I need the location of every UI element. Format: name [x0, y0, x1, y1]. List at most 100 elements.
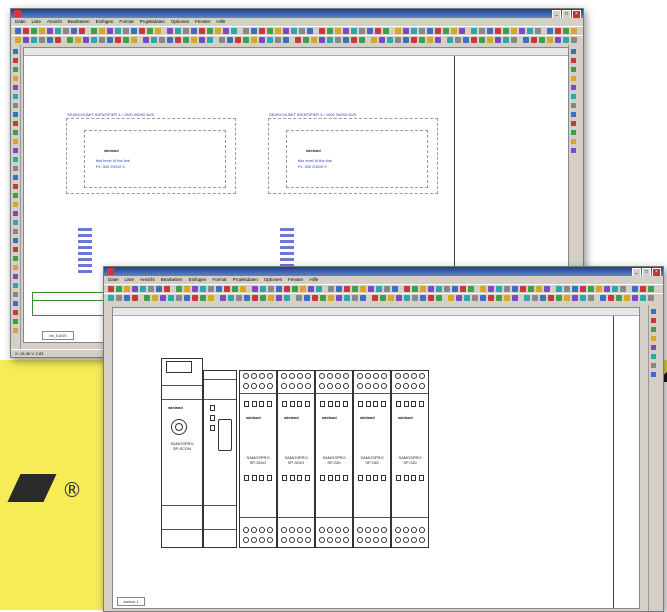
toolbar-button[interactable] [55, 37, 61, 43]
toolbar-button[interactable] [383, 28, 389, 34]
toolbar-button[interactable] [632, 295, 638, 301]
toolbar-button[interactable] [115, 28, 121, 34]
toolbar-button[interactable] [448, 295, 454, 301]
toolbar-button[interactable] [427, 28, 433, 34]
tool-button[interactable] [571, 67, 576, 72]
toolbar-button[interactable] [167, 28, 173, 34]
toolbar-button[interactable] [435, 37, 441, 43]
toolbar-button[interactable] [184, 286, 190, 292]
toolbar-button[interactable] [267, 37, 273, 43]
toolbar-button[interactable] [344, 286, 350, 292]
toolbar-button[interactable] [624, 295, 630, 301]
toolbar-button[interactable] [463, 37, 469, 43]
tool-button[interactable] [571, 76, 576, 81]
toolbar-button[interactable] [155, 28, 161, 34]
menu-ansicht[interactable]: Ansicht [140, 276, 155, 284]
toolbar-button[interactable] [403, 28, 409, 34]
tool-button[interactable] [571, 139, 576, 144]
toolbar-button[interactable] [580, 286, 586, 292]
toolbar-button[interactable] [151, 37, 157, 43]
menu-optionen[interactable]: Optionen [171, 18, 189, 26]
toolbar-button[interactable] [91, 37, 97, 43]
toolbar-button[interactable] [144, 295, 150, 301]
tool-button[interactable] [13, 328, 18, 333]
toolbar-button[interactable] [527, 28, 533, 34]
toolbar-button[interactable] [132, 295, 138, 301]
toolbar-button[interactable] [436, 286, 442, 292]
menu-einfuegen[interactable]: Einfügen [96, 18, 114, 26]
toolbar-button[interactable] [199, 28, 205, 34]
toolbar-button[interactable] [395, 37, 401, 43]
toolbar-button[interactable] [219, 37, 225, 43]
tool-button[interactable] [651, 318, 656, 323]
toolbar-button[interactable] [223, 28, 229, 34]
toolbar-button[interactable] [616, 295, 622, 301]
tool-button[interactable] [13, 202, 18, 207]
tool-button[interactable] [13, 301, 18, 306]
toolbar-button[interactable] [359, 28, 365, 34]
toolbar-button[interactable] [540, 295, 546, 301]
toolbar-button[interactable] [520, 286, 526, 292]
tool-button[interactable] [571, 148, 576, 153]
toolbar-button[interactable] [184, 295, 190, 301]
toolbar-button[interactable] [395, 28, 401, 34]
menu-hilfe[interactable]: Hilfe [216, 18, 225, 26]
toolbar-button[interactable] [556, 295, 562, 301]
toolbar-button[interactable] [284, 286, 290, 292]
toolbar-button[interactable] [435, 28, 441, 34]
toolbar-button[interactable] [335, 28, 341, 34]
tool-button[interactable] [13, 49, 18, 54]
toolbar-button[interactable] [571, 28, 577, 34]
toolbar-button[interactable] [283, 37, 289, 43]
toolbar-button[interactable] [295, 37, 301, 43]
menu-datei[interactable]: Datei [15, 18, 26, 26]
toolbar-button[interactable] [259, 37, 265, 43]
toolbar-button[interactable] [275, 28, 281, 34]
toolbar-button[interactable] [511, 28, 517, 34]
toolbar-button[interactable] [359, 37, 365, 43]
menu-bearbeiten[interactable]: Bearbeiten [68, 18, 90, 26]
tool-button[interactable] [13, 319, 18, 324]
toolbar-button[interactable] [436, 295, 442, 301]
toolbar-button[interactable] [327, 37, 333, 43]
toolbar-button[interactable] [71, 28, 77, 34]
menu-ansicht[interactable]: Ansicht [47, 18, 62, 26]
toolbar-button[interactable] [604, 286, 610, 292]
toolbar-button[interactable] [228, 295, 234, 301]
toolbar-button[interactable] [335, 37, 341, 43]
toolbar-button[interactable] [588, 295, 594, 301]
toolbar-button[interactable] [480, 286, 486, 292]
menu-optionen[interactable]: Optionen [264, 276, 282, 284]
toolbar-button[interactable] [124, 286, 130, 292]
toolbar-button[interactable] [396, 295, 402, 301]
tool-button[interactable] [13, 292, 18, 297]
toolbar-button[interactable] [252, 295, 258, 301]
tool-button[interactable] [571, 94, 576, 99]
toolbar-button[interactable] [107, 37, 113, 43]
tool-button[interactable] [571, 103, 576, 108]
toolbar-button[interactable] [640, 295, 646, 301]
toolbar-button[interactable] [352, 295, 358, 301]
toolbar-button[interactable] [648, 295, 654, 301]
toolbar-button[interactable] [547, 37, 553, 43]
toolbar-button[interactable] [460, 286, 466, 292]
toolbar-button[interactable] [312, 295, 318, 301]
toolbar-button[interactable] [320, 295, 326, 301]
tool-button[interactable] [651, 336, 656, 341]
toolbar-button[interactable] [503, 28, 509, 34]
toolbar-button[interactable] [167, 37, 173, 43]
toolbar-button[interactable] [428, 295, 434, 301]
toolbar-button[interactable] [175, 28, 181, 34]
toolbar-button[interactable] [192, 295, 198, 301]
toolbar-button[interactable] [240, 286, 246, 292]
toolbar-button[interactable] [368, 286, 374, 292]
toolbar-button[interactable] [343, 37, 349, 43]
toolbar-button[interactable] [283, 28, 289, 34]
toolbar-button[interactable] [207, 37, 213, 43]
module-io-4[interactable]: wieland SAMOSPRO SP-SDI [353, 370, 391, 548]
toolbar-button[interactable] [75, 37, 81, 43]
toolbar-button[interactable] [232, 286, 238, 292]
menu-liste[interactable]: Liste [125, 276, 135, 284]
toolbar-button[interactable] [208, 295, 214, 301]
toolbar-button[interactable] [487, 28, 493, 34]
